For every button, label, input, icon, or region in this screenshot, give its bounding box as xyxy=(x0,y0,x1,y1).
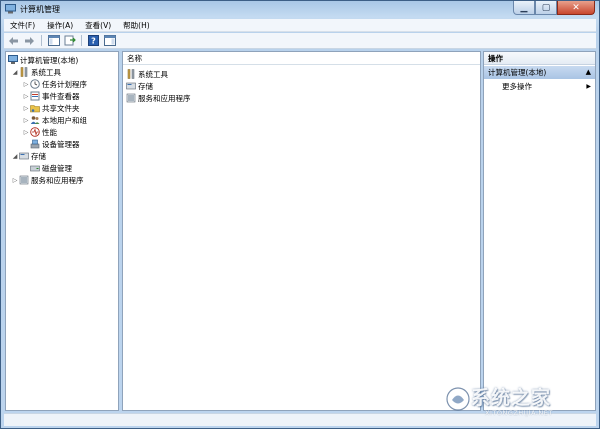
list-item-services-applications[interactable]: 服务和应用程序 xyxy=(126,92,191,104)
tree-item-performance[interactable]: ▷ 性能 xyxy=(22,126,57,138)
status-bar xyxy=(4,413,596,426)
svg-text:?: ? xyxy=(91,37,96,46)
toolbar: ? xyxy=(4,33,596,49)
toolbar-separator xyxy=(41,35,42,46)
menu-bar: 文件(F) 操作(A) 查看(V) 帮助(H) xyxy=(4,19,596,32)
tree-item-task-scheduler[interactable]: ▷ 任务计划程序 xyxy=(22,78,87,90)
menu-help[interactable]: 帮助(H) xyxy=(117,19,156,32)
actions-pane: 操作 计算机管理(本地) ▲ 更多操作 ▶ xyxy=(483,51,596,411)
close-icon: ✕ xyxy=(572,2,580,13)
forward-button[interactable] xyxy=(23,35,36,47)
tree-label: 服务和应用程序 xyxy=(31,175,84,185)
show-hide-console-tree-icon xyxy=(47,35,60,46)
tree-item-device-manager[interactable]: 设备管理器 xyxy=(30,138,80,150)
expand-icon[interactable]: ▷ xyxy=(22,129,30,136)
tree-item-shared-folders[interactable]: ▷ 共享文件夹 xyxy=(22,102,80,114)
event-viewer-icon xyxy=(30,91,40,101)
expand-icon[interactable]: ▷ xyxy=(22,81,30,88)
help-icon: ? xyxy=(88,35,99,46)
help-button[interactable]: ? xyxy=(87,35,100,47)
tree-label: 任务计划程序 xyxy=(42,79,87,89)
back-icon xyxy=(9,36,18,45)
list-item-storage[interactable]: 存储 xyxy=(126,80,153,92)
back-button[interactable] xyxy=(7,35,20,47)
column-header-name[interactable]: 名称 xyxy=(123,52,480,65)
tools-icon xyxy=(127,69,135,79)
tree-label: 计算机管理(本地) xyxy=(20,55,79,65)
storage-icon xyxy=(19,152,29,160)
actions-group-label: 计算机管理(本地) xyxy=(488,68,547,77)
actions-header: 操作 xyxy=(484,52,595,65)
disk-management-icon xyxy=(30,165,40,172)
menu-view[interactable]: 查看(V) xyxy=(79,19,117,32)
computer-management-window: 计算机管理 ▁ ▢ ✕ 文件(F) 操作(A) 查看(V) 帮助(H) ? 计算… xyxy=(0,0,600,429)
tree-label: 事件查看器 xyxy=(42,91,80,101)
result-pane: 名称 系统工具 存储 服务和应用程序 xyxy=(122,51,481,411)
expand-icon[interactable]: ▷ xyxy=(22,117,30,124)
tree-item-disk-management[interactable]: 磁盘管理 xyxy=(30,162,72,174)
toolbar-separator xyxy=(81,35,82,46)
shared-folder-icon xyxy=(30,105,40,113)
collapse-icon[interactable]: ◢ xyxy=(11,69,19,76)
tree-label: 磁盘管理 xyxy=(42,163,72,173)
list-item-system-tools[interactable]: 系统工具 xyxy=(126,68,168,80)
tree-label: 性能 xyxy=(42,127,57,137)
export-list-icon xyxy=(64,35,76,46)
list-item-label: 存储 xyxy=(138,81,153,91)
submenu-arrow-icon: ▶ xyxy=(586,83,591,90)
action-pane-button[interactable] xyxy=(103,35,116,47)
maximize-button[interactable]: ▢ xyxy=(535,1,557,15)
clock-icon xyxy=(30,79,40,89)
tree-label: 设备管理器 xyxy=(42,139,80,149)
menu-action[interactable]: 操作(A) xyxy=(41,19,79,32)
more-actions-label: 更多操作 xyxy=(502,82,532,91)
action-pane-icon xyxy=(103,35,116,46)
export-list-button[interactable] xyxy=(63,35,76,47)
computer-management-icon xyxy=(5,4,16,14)
title-bar[interactable]: 计算机管理 ▁ ▢ ✕ xyxy=(1,1,599,18)
console-tree: 计算机管理(本地) ◢ 系统工具 ▷ 任务计划程序 ▷ 事件查看器 ▷ 共享文件… xyxy=(5,51,119,411)
show-hide-console-tree-button[interactable] xyxy=(47,35,60,47)
window-controls: ▁ ▢ ✕ xyxy=(513,1,595,16)
minimize-button[interactable]: ▁ xyxy=(513,1,535,15)
close-button[interactable]: ✕ xyxy=(557,1,595,15)
computer-management-icon xyxy=(8,55,18,64)
collapse-arrow-icon[interactable]: ▲ xyxy=(586,66,591,79)
list-item-label: 系统工具 xyxy=(138,69,168,79)
list-item-label: 服务和应用程序 xyxy=(138,93,191,103)
forward-icon xyxy=(25,36,34,45)
tools-icon xyxy=(20,67,28,77)
tree-label: 本地用户和组 xyxy=(42,115,87,125)
tree-label: 共享文件夹 xyxy=(42,103,80,113)
minimize-icon: ▁ xyxy=(520,2,528,13)
tree-item-root[interactable]: 计算机管理(本地) xyxy=(8,54,78,66)
tree-item-storage[interactable]: ◢ 存储 xyxy=(11,150,46,162)
tree-item-event-viewer[interactable]: ▷ 事件查看器 xyxy=(22,90,80,102)
more-actions-item[interactable]: 更多操作 ▶ xyxy=(484,81,595,93)
tree-item-services-applications[interactable]: ▷ 服务和应用程序 xyxy=(11,174,84,186)
actions-group-computer-management[interactable]: 计算机管理(本地) ▲ xyxy=(484,66,595,79)
performance-icon xyxy=(30,127,40,137)
expand-icon[interactable]: ▷ xyxy=(11,177,19,184)
tree-label: 系统工具 xyxy=(31,67,61,77)
menu-file[interactable]: 文件(F) xyxy=(4,19,41,32)
window-title: 计算机管理 xyxy=(20,5,60,14)
tree-label: 存储 xyxy=(31,151,46,161)
device-manager-icon xyxy=(30,139,40,149)
tree-item-system-tools[interactable]: ◢ 系统工具 xyxy=(11,66,61,78)
maximize-icon: ▢ xyxy=(541,2,551,13)
collapse-icon[interactable]: ◢ xyxy=(11,153,19,160)
expand-icon[interactable]: ▷ xyxy=(22,93,30,100)
tree-item-local-users-groups[interactable]: ▷ 本地用户和组 xyxy=(22,114,87,126)
services-icon xyxy=(19,175,29,185)
users-icon xyxy=(30,116,40,124)
expand-icon[interactable]: ▷ xyxy=(22,105,30,112)
services-icon xyxy=(126,93,136,103)
storage-icon xyxy=(126,82,136,90)
